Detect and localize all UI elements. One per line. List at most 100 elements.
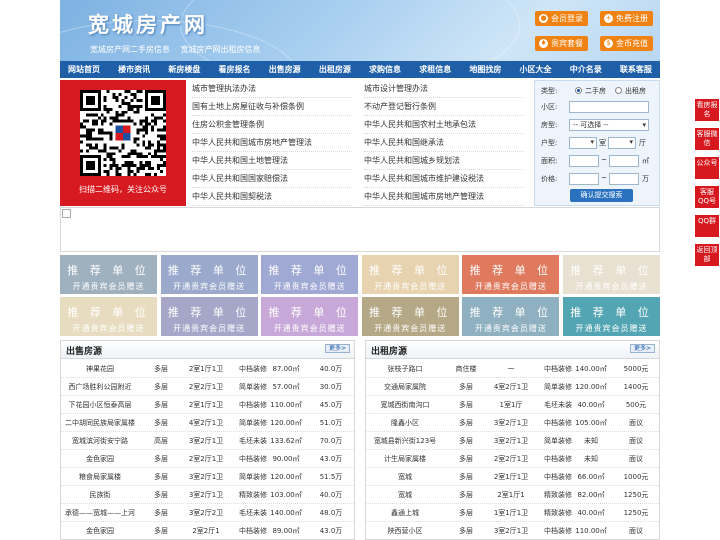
property-select[interactable]: -- 可选择 -- ▾ [569,119,649,131]
table-row[interactable]: 宽城西街南沟口 多层 1室1厅 毛坯未装 40.00㎡ 500元 [366,396,659,414]
banner-image[interactable] [60,207,660,252]
hall-select[interactable]: ▾ [608,137,636,149]
community-input[interactable] [569,101,649,113]
nav-for-sale[interactable]: 出售房源 [269,61,301,78]
table-row[interactable]: 民族街 多层 3室2厅1卫 精致装修 103.00㎡ 40.0万 [61,486,354,504]
policy-link[interactable]: 中华人民共和国城市维护建设税法 [364,170,524,188]
table-row[interactable]: 隆鑫小区 多层 3室2厅1卫 中档装修 105.00㎡ 面议 [366,414,659,432]
sale-more-button[interactable]: 更多> [324,344,350,353]
table-row[interactable]: 计生局家属楼 多层 2室2厅1卫 中档装修 未知 面议 [366,450,659,468]
area-min-input[interactable] [569,155,599,167]
nav-wanted-buy[interactable]: 求购信息 [369,61,401,78]
tile-subtitle: 开通贵宾会员赠送 [575,324,648,333]
price-max-input[interactable] [609,173,639,185]
nav-agencies[interactable]: 中介名录 [570,61,602,78]
table-row[interactable]: 宽城 多层 2室1厅1卫 中档装修 66.00㎡ 1000元 [366,468,659,486]
listing-price: 1250元 [623,491,649,499]
table-row[interactable]: 西广场胜利公园附近 多层 2室2厅1卫 简单装修 57.00㎡ 30.0万 [61,378,354,396]
nav-wanted-rent[interactable]: 求租信息 [419,61,451,78]
table-row[interactable]: 交通局家属院 多层 4室2厅1卫 简单装修 120.00㎡ 1400元 [366,378,659,396]
listing-layout: 2室1厅1卫 [188,401,224,409]
tile-title: 推 荐 单 位 [268,306,351,319]
policy-link[interactable]: 中华人民共和国农村土地承包法 [364,116,524,134]
vip-package-button[interactable]: ♦ 贵宾套餐 [535,36,588,51]
policy-link[interactable]: 中华人民共和国契税法 [192,188,352,206]
nav-for-rent[interactable]: 出租房源 [319,61,351,78]
area-max-input[interactable] [609,155,639,167]
recommended-unit-tile[interactable]: 推 荐 单 位开通贵宾会员赠送 [60,297,157,336]
nav-home[interactable]: 网站首页 [68,61,100,78]
listing-layout: 3室2厅1卫 [493,419,529,427]
policy-link[interactable]: 中华人民共和国城乡规划法 [364,152,524,170]
login-button[interactable]: ● 会员登录 [535,11,588,26]
listing-layout: 3室2厅1卫 [188,437,224,445]
room-select[interactable]: ▾ [569,137,597,149]
coin-recharge-button[interactable]: $ 金币充值 [600,36,653,51]
back-to-top-tool[interactable]: 返回顶部 [695,244,719,266]
policy-link[interactable]: 中华人民共和国继承法 [364,134,524,152]
nav-map-search[interactable]: 地图找房 [469,61,501,78]
radio-secondhand[interactable] [575,87,582,94]
listing-building-type: 多层 [459,473,473,481]
viewing-signup-tool[interactable]: 看房报名 [695,99,719,121]
recommended-unit-tile[interactable]: 推 荐 单 位开通贵宾会员赠送 [361,297,459,336]
nav-communities[interactable]: 小区大全 [520,61,552,78]
register-button[interactable]: + 免费注册 [600,11,653,26]
recommended-unit-tile[interactable]: 推 荐 单 位开通贵宾会员赠送 [462,255,560,294]
tile-subtitle: 开通贵宾会员赠送 [273,282,346,291]
policy-link[interactable]: 中华人民共和国国家赔偿法 [192,170,352,188]
price-min-input[interactable] [569,173,599,185]
recommended-unit-tile[interactable]: 推 荐 单 位开通贵宾会员赠送 [563,255,660,294]
policy-link[interactable]: 国有土地上房屋征收与补偿条例 [192,98,352,116]
table-row[interactable]: 张枝子路口 商住楼一中档装修 140.00㎡ 5000元 [366,360,659,378]
nav-viewing-signup[interactable]: 看房报名 [219,61,251,78]
qq-service-tool[interactable]: 客服QQ号 [695,186,719,208]
nav-news[interactable]: 楼市资讯 [118,61,150,78]
listing-price: 40.0万 [319,491,343,499]
policy-link[interactable]: 城市管理执法办法 [192,80,352,98]
table-row[interactable]: 下花园小区恒泰高层 多层 2室1厅1卫 中档装修 110.00㎡ 45.0万 [61,396,354,414]
layout-label: 户型: [541,139,558,147]
subtitle-link-rental[interactable]: 宽城房产网出租房信息 [181,45,261,54]
official-account-tool[interactable]: 公众号 [695,157,719,179]
policy-link[interactable]: 中华人民共和国城市房地产管理法 [192,134,352,152]
policy-link[interactable]: 城市设计管理办法 [364,80,524,98]
table-row[interactable]: 承德——宽城——上河 多层 3室2厅2卫 毛坯未装 140.00㎡ 48.0万 [61,504,354,522]
recommended-unit-tile[interactable]: 推 荐 单 位开通贵宾会员赠送 [462,297,560,336]
recommended-unit-tile[interactable]: 推 荐 单 位开通贵宾会员赠送 [60,255,157,294]
table-row[interactable]: 宽城 多层 2室1厅1 精致装修 82.00㎡ 1250元 [366,486,659,504]
table-row[interactable]: 神果花园 多层 2室1厅1卫 中档装修 87.00㎡ 40.0万 [61,360,354,378]
recommended-unit-tile[interactable]: 推 荐 单 位开通贵宾会员赠送 [160,297,258,336]
policy-link[interactable]: 中华人民共和国土地管理法 [192,152,352,170]
search-submit-button[interactable]: 确认提交搜索 [570,189,633,202]
table-row[interactable]: 宽城滨河街安宁路 高层 3室2厅1卫 毛坯未装 133.62㎡ 70.0万 [61,432,354,450]
wechat-service-tool[interactable]: 客服微信 [695,128,719,150]
recommended-unit-tile[interactable]: 推 荐 单 位开通贵宾会员赠送 [261,297,359,336]
table-row[interactable]: 宽城县新兴街123号 多层 3室2厅1卫 简单装修 未知 面议 [366,432,659,450]
table-row[interactable]: 鑫通上城 多层 1室1厅1卫 精致装修 40.00㎡ 1250元 [366,504,659,522]
radio-secondhand-label: 二手房 [585,87,606,95]
table-row[interactable]: 金色家园 多层 2室2厅1 中档装修 89.00㎡ 43.0万 [61,522,354,539]
policy-link[interactable]: 住房公积金管理条例 [192,116,352,134]
listing-building-type: 多层 [154,491,168,499]
listing-price: 40.0万 [319,365,343,373]
table-row[interactable]: 粮食局家属楼 多层 3室2厅1卫 简单装修 120.00㎡ 51.5万 [61,468,354,486]
listing-building-type: 多层 [459,419,473,427]
site-title[interactable]: 宽城房产网 [88,9,208,39]
policy-link[interactable]: 中华人民共和国城市房地产管理法 [364,188,524,206]
table-row[interactable]: 陕西营小区 多层 3室2厅1卫 中档装修 110.00㎡ 面议 [366,522,659,539]
nav-new-homes[interactable]: 新房楼盘 [168,61,200,78]
recommended-unit-tile[interactable]: 推 荐 单 位开通贵宾会员赠送 [160,255,258,294]
policy-link[interactable]: 不动产登记暂行条例 [364,98,524,116]
radio-rental[interactable] [615,87,622,94]
recommended-unit-tile[interactable]: 推 荐 单 位开通贵宾会员赠送 [563,297,660,336]
nav-contact[interactable]: 联系客服 [620,61,652,78]
table-row[interactable]: 金色家园 多层 2室2厅1卫 中档装修 90.00㎡ 43.0万 [61,450,354,468]
recommended-unit-tile[interactable]: 推 荐 单 位开通贵宾会员赠送 [261,255,359,294]
recommended-unit-tile[interactable]: 推 荐 单 位开通贵宾会员赠送 [361,255,459,294]
qq-group-tool[interactable]: QQ群 [695,215,719,237]
table-row[interactable]: 二中胡同民族局家属楼 多层 4室2厅1卫 简单装修 120.00㎡ 51.0万 [61,414,354,432]
rent-more-button[interactable]: 更多> [629,344,655,353]
listing-building-type: 多层 [154,509,168,517]
subtitle-link-secondhand[interactable]: 宽城房产网二手房信息 [90,45,170,54]
